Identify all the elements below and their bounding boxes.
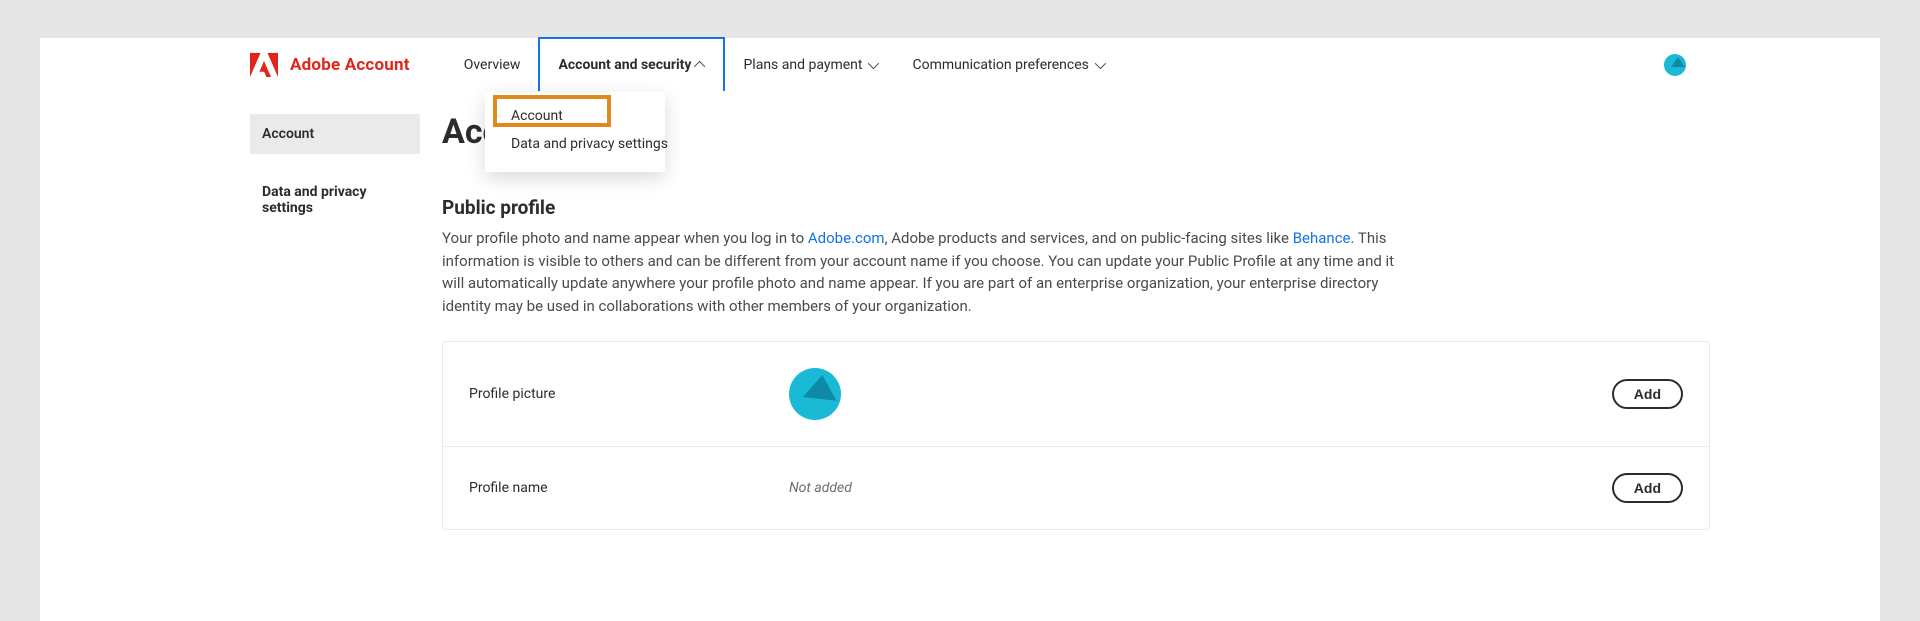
chevron-down-icon [868, 58, 879, 69]
page-outer: Adobe Account Overview Account and secur… [0, 0, 1920, 621]
row-value: Not added [789, 480, 1612, 496]
nav: Overview Account and security Plans and … [446, 38, 1121, 92]
nav-account-security[interactable]: Account and security [538, 37, 725, 91]
dropdown-item-data-privacy[interactable]: Data and privacy settings [485, 130, 665, 158]
add-profile-name-button[interactable]: Add [1612, 473, 1683, 503]
link-behance[interactable]: Behance [1293, 229, 1351, 247]
header: Adobe Account Overview Account and secur… [40, 38, 1880, 92]
section-description: Your profile photo and name appear when … [442, 227, 1402, 317]
section-heading-public-profile: Public profile [442, 196, 1710, 219]
adobe-logo-icon [250, 53, 278, 77]
nav-label: Overview [464, 57, 521, 73]
desc-text: Your profile photo and name appear when … [442, 229, 808, 247]
row-actions: Add [1612, 473, 1683, 503]
link-adobe-com[interactable]: Adobe.com [808, 229, 885, 247]
brand[interactable]: Adobe Account [40, 38, 446, 92]
nav-label: Plans and payment [743, 57, 862, 73]
nav-label: Communication preferences [912, 57, 1088, 73]
nav-plans-payment[interactable]: Plans and payment [725, 38, 894, 92]
public-profile-card: Profile picture Add Profile name Not add… [442, 341, 1710, 530]
profile-picture-icon [789, 368, 841, 420]
sidebar: Account Data and privacy settings [250, 114, 420, 530]
row-label: Profile name [469, 480, 789, 496]
main: Acc Public profile Your profile photo an… [442, 114, 1710, 530]
add-profile-picture-button[interactable]: Add [1612, 379, 1683, 409]
row-actions: Add [1612, 379, 1683, 409]
nav-overview[interactable]: Overview [446, 38, 539, 92]
account-security-dropdown: Account Data and privacy settings [485, 92, 665, 172]
nav-label: Account and security [558, 57, 691, 73]
sidebar-item-data-privacy[interactable]: Data and privacy settings [250, 172, 420, 228]
dropdown-item-account[interactable]: Account [485, 102, 665, 130]
card-row-profile-picture: Profile picture Add [443, 342, 1709, 446]
desc-text: , Adobe products and services, and on pu… [885, 229, 1293, 247]
avatar[interactable] [1664, 54, 1686, 76]
row-value [789, 368, 1612, 420]
chevron-up-icon [694, 61, 705, 72]
sidebar-item-account[interactable]: Account [250, 114, 420, 154]
nav-communication-preferences[interactable]: Communication preferences [894, 38, 1120, 92]
app-container: Adobe Account Overview Account and secur… [40, 38, 1880, 621]
brand-title: Adobe Account [290, 55, 410, 75]
row-label: Profile picture [469, 386, 789, 402]
body: Account Data and privacy settings Acc Pu… [40, 92, 1880, 530]
chevron-down-icon [1095, 58, 1106, 69]
card-row-profile-name: Profile name Not added Add [443, 446, 1709, 529]
